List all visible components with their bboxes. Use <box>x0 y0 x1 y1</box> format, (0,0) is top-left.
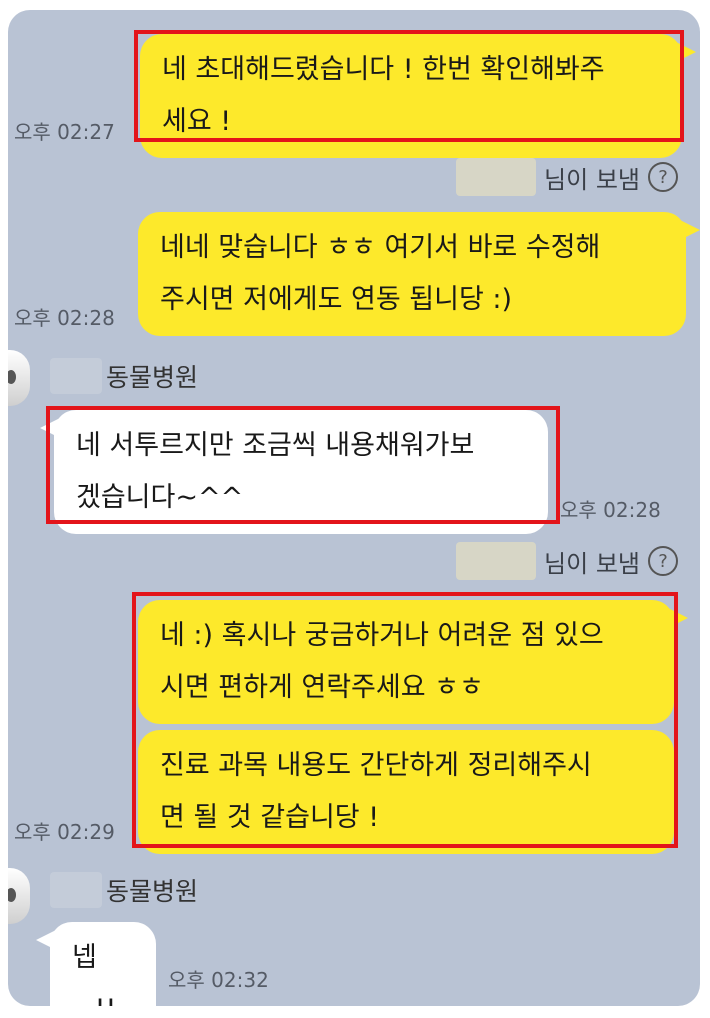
message-time: 오후 02:32 <box>168 968 269 992</box>
highlight-box <box>46 406 560 524</box>
message-time: 오후 02:27 <box>14 120 115 144</box>
their-message-bubble[interactable]: 넵~!! <box>36 922 156 1006</box>
my-message-bubble[interactable]: 네네 맞습니다 ㅎㅎ 여기서 바로 수정해 주시면 저에게도 연동 됩니당 :) <box>138 212 700 336</box>
highlight-box <box>132 592 678 848</box>
sender-name: 동물병원 <box>106 877 199 906</box>
message-line: 네네 맞습니다 ㅎㅎ 여기서 바로 수정해 <box>160 232 601 263</box>
avatar-image <box>8 888 16 902</box>
message-line: 주시면 저에게도 연동 됩니당 :) <box>160 284 513 315</box>
sender-name: 동물병원 <box>106 363 199 392</box>
blurred-sender-name <box>456 542 537 580</box>
blurred-sender-name <box>456 158 537 196</box>
sent-by-row: 님이 보냄 ? <box>456 542 678 580</box>
avatar-image <box>8 370 16 384</box>
question-circle-icon[interactable]: ? <box>648 162 678 192</box>
sent-by-row: 님이 보냄 ? <box>456 158 678 196</box>
avatar[interactable] <box>8 350 30 406</box>
sender-name-row: 동물병원 <box>50 872 198 908</box>
message-time: 오후 02:28 <box>560 498 661 522</box>
message-text: 넵~!! <box>72 942 116 1006</box>
highlight-box <box>134 30 684 142</box>
question-circle-icon[interactable]: ? <box>648 546 678 576</box>
sent-by-label: 님이 보냄 <box>544 165 640 194</box>
sent-by-label: 님이 보냄 <box>544 549 640 578</box>
blurred-name <box>50 872 102 908</box>
message-time: 오후 02:29 <box>14 820 115 844</box>
avatar[interactable] <box>8 868 30 924</box>
chat-area: 네 초대해드렸습니다 ! 한번 확인해봐주 세요 ! 오후 02:27 님이 보… <box>8 10 700 1006</box>
blurred-name <box>50 358 102 394</box>
message-time: 오후 02:28 <box>14 306 115 330</box>
sender-name-row: 동물병원 <box>50 358 198 394</box>
